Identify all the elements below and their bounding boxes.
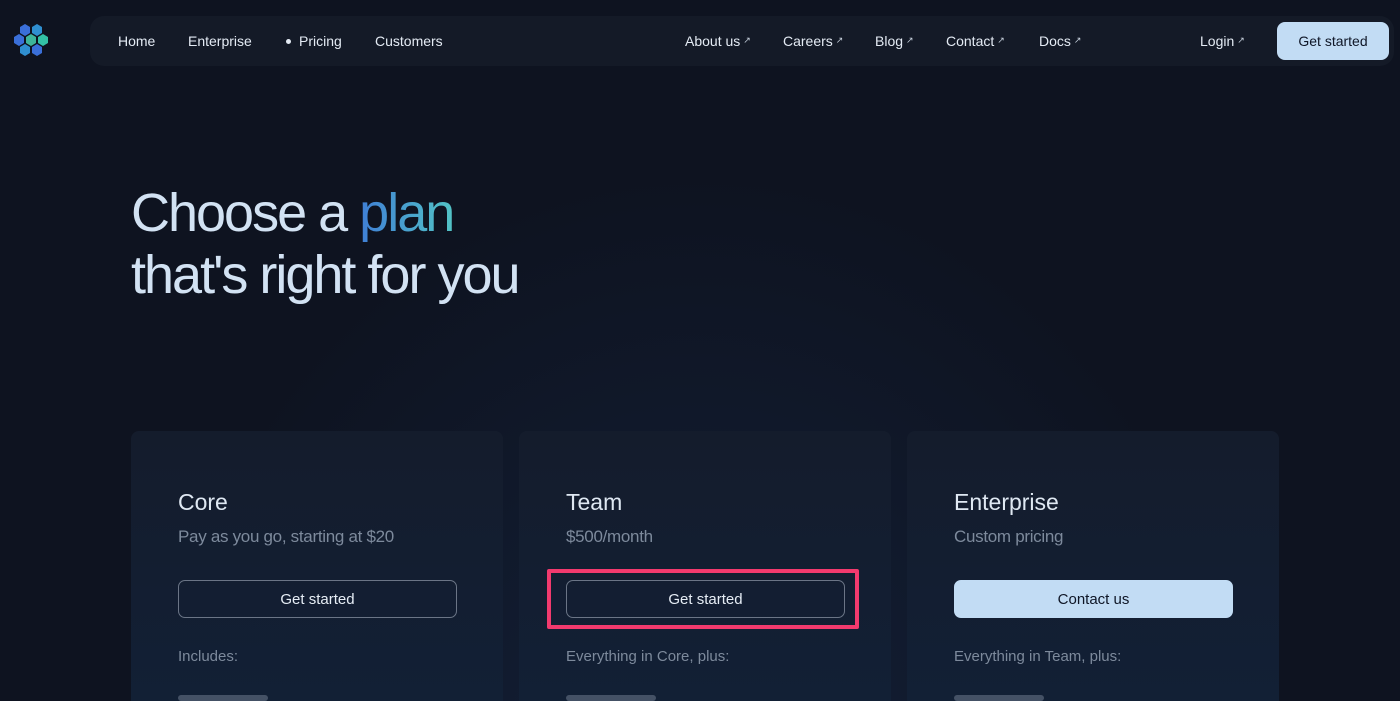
plan-card-enterprise: Enterprise Custom pricing Contact us Eve… [907, 431, 1279, 701]
nav-careers-label: Careers [783, 33, 833, 49]
nav-login[interactable]: Login ↗ [1200, 16, 1245, 66]
nav-home-label: Home [118, 33, 156, 49]
plan-price: Pay as you go, starting at $20 [178, 527, 394, 546]
active-dot-icon [286, 38, 291, 44]
external-link-icon: ↗ [835, 34, 844, 45]
nav-login-label: Login [1200, 33, 1235, 49]
plan-includes-label: Everything in Team, plus: [954, 648, 1122, 665]
top-navigation: Home Enterprise Pricing Customers About … [90, 16, 1394, 66]
plan-title: Team [566, 489, 623, 515]
nav-blog-label: Blog [875, 33, 904, 49]
nav-pricing[interactable]: Pricing [286, 16, 342, 66]
plan-card-core: Core Pay as you go, starting at $20 Get … [131, 431, 503, 701]
nav-about-us[interactable]: About us ↗ [685, 16, 751, 66]
nav-about-us-label: About us [685, 33, 741, 49]
core-get-started-button[interactable]: Get started [178, 580, 457, 618]
nav-blog[interactable]: Blog ↗ [875, 16, 914, 66]
nav-contact[interactable]: Contact ↗ [946, 16, 1005, 66]
contact-us-button[interactable]: Contact us [954, 580, 1233, 618]
nav-contact-label: Contact [946, 33, 995, 49]
plan-feature-cutoff [178, 695, 268, 701]
nav-pricing-label: Pricing [299, 33, 342, 49]
plan-feature-cutoff [954, 695, 1044, 701]
plan-price: $500/month [566, 527, 653, 546]
external-link-icon: ↗ [1073, 34, 1082, 45]
nav-docs-label: Docs [1039, 33, 1071, 49]
plan-feature-cutoff [566, 695, 656, 701]
plan-card-team: Team $500/month Get started Everything i… [519, 431, 891, 701]
nav-enterprise[interactable]: Enterprise [188, 16, 252, 66]
hero-line2: that's right for you [131, 245, 521, 305]
hero-accent-word: plan [359, 183, 455, 243]
nav-home[interactable]: Home [118, 16, 155, 66]
nav-customers-label: Customers [375, 33, 443, 49]
external-link-icon: ↗ [997, 34, 1005, 45]
external-link-icon: ↗ [906, 34, 914, 45]
nav-docs[interactable]: Docs ↗ [1039, 16, 1081, 66]
nav-customers[interactable]: Customers [375, 16, 443, 66]
get-started-nav-button[interactable]: Get started [1277, 22, 1389, 60]
plan-title: Core [178, 489, 228, 515]
brand-logo-icon[interactable] [14, 22, 50, 60]
team-get-started-button[interactable]: Get started [566, 580, 845, 618]
external-link-icon: ↗ [743, 34, 751, 45]
nav-enterprise-label: Enterprise [188, 33, 252, 49]
nav-careers[interactable]: Careers ↗ [783, 16, 843, 66]
external-link-icon: ↗ [1237, 34, 1245, 45]
plan-includes-label: Everything in Core, plus: [566, 648, 730, 665]
hero-line1-prefix: Choose a [131, 183, 360, 243]
page-title: Choose a plan that's right for you [131, 182, 521, 306]
plan-price: Custom pricing [954, 527, 1064, 546]
plan-title: Enterprise [954, 489, 1059, 515]
plan-includes-label: Includes: [178, 648, 239, 665]
